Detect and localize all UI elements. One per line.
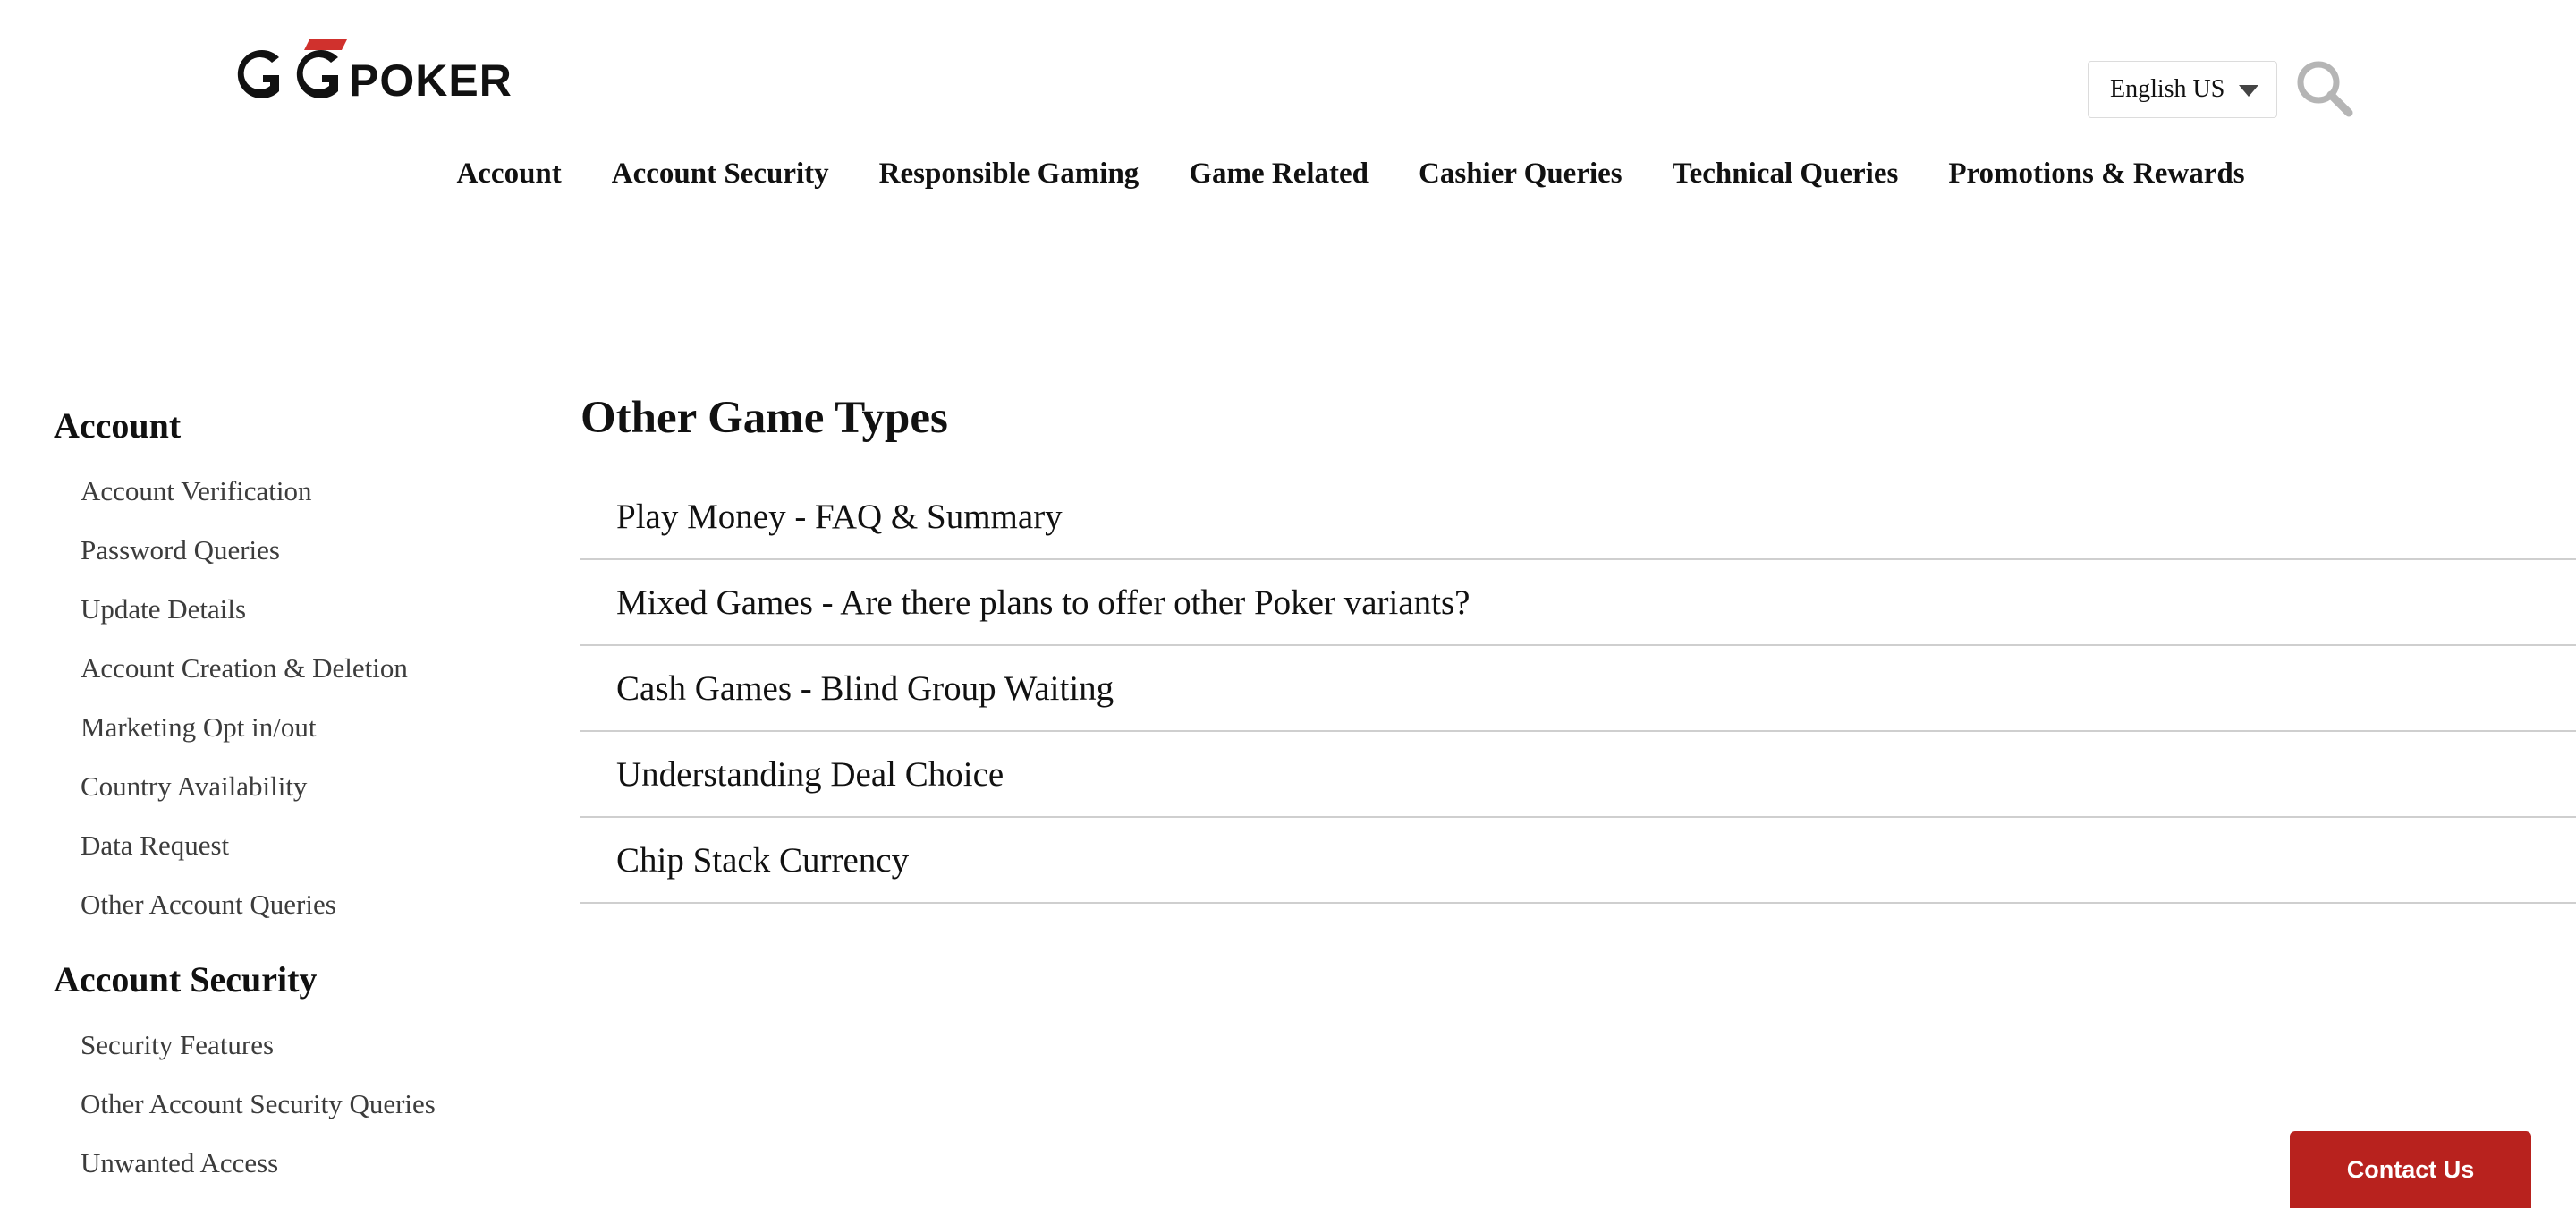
sidebar-list-account: Account Verification Password Queries Up… [54,466,555,939]
main-nav: Account Account Security Responsible Gam… [0,157,2576,191]
nav-item-account-security[interactable]: Account Security [612,157,829,191]
article-link-chip-stack-currency[interactable]: Chip Stack Currency [580,818,2576,904]
nav-item-responsible-gaming[interactable]: Responsible Gaming [879,157,1140,191]
nav-item-game-related[interactable]: Game Related [1189,157,1368,191]
sidebar-item-other-account-queries[interactable]: Other Account Queries [54,880,555,939]
article-list: Play Money - FAQ & Summary Mixed Games -… [580,474,2576,904]
sidebar-item-account-verification[interactable]: Account Verification [54,466,555,525]
sidebar-list-account-security: Security Features Other Account Security… [54,1020,555,1197]
nav-item-promotions-rewards[interactable]: Promotions & Rewards [1948,157,2244,191]
sidebar-item-security-features[interactable]: Security Features [54,1020,555,1079]
gg-poker-logo[interactable]: POKER [227,34,513,106]
category-sidebar: Account Account Verification Password Qu… [54,404,555,1208]
language-selected-value: English US [2110,75,2225,103]
nav-item-account[interactable]: Account [456,157,561,191]
contact-us-button[interactable]: Contact Us [2290,1131,2531,1208]
chevron-down-icon [2239,85,2258,97]
logo-wordmark: POKER [349,55,513,106]
nav-item-technical-queries[interactable]: Technical Queries [1673,157,1899,191]
gg-logo-mark [237,39,347,98]
search-icon[interactable] [2295,59,2354,118]
sidebar-item-unwanted-access[interactable]: Unwanted Access [54,1138,555,1197]
sidebar-item-marketing-opt[interactable]: Marketing Opt in/out [54,702,555,761]
article-section: Other Game Types Play Money - FAQ & Summ… [580,392,2576,904]
nav-item-cashier-queries[interactable]: Cashier Queries [1419,157,1623,191]
page-title: Other Game Types [580,393,948,443]
sidebar-item-account-creation-deletion[interactable]: Account Creation & Deletion [54,643,555,702]
sidebar-item-update-details[interactable]: Update Details [54,584,555,643]
sidebar-item-country-availability[interactable]: Country Availability [54,761,555,821]
language-select[interactable]: English US [2088,61,2277,118]
article-link-deal-choice[interactable]: Understanding Deal Choice [580,732,2576,818]
article-link-mixed-games[interactable]: Mixed Games - Are there plans to offer o… [580,560,2576,646]
sidebar-item-password-queries[interactable]: Password Queries [54,525,555,584]
sidebar-heading-account[interactable]: Account [54,404,555,447]
sidebar-item-other-account-security-queries[interactable]: Other Account Security Queries [54,1079,555,1138]
sidebar-heading-account-security[interactable]: Account Security [54,958,555,1000]
sidebar-item-data-request[interactable]: Data Request [54,821,555,880]
article-link-blind-group-waiting[interactable]: Cash Games - Blind Group Waiting [580,646,2576,732]
article-link-play-money[interactable]: Play Money - FAQ & Summary [580,474,2576,560]
